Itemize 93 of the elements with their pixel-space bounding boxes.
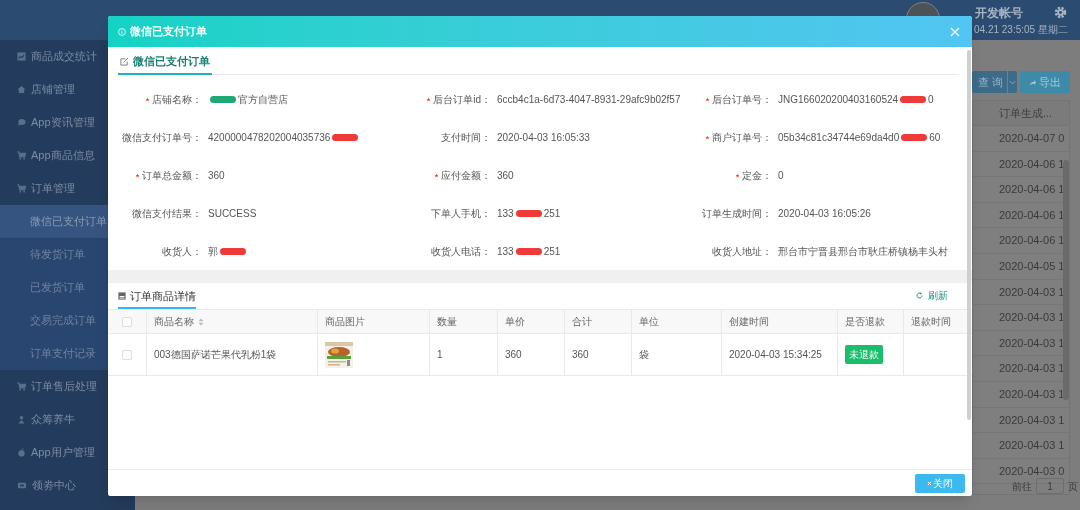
section-tab[interactable]: 微信已支付订单 [118, 53, 212, 75]
field-value: 2020-04-03 16:05:26 [778, 207, 871, 221]
page-suffix: 页 [1068, 479, 1078, 494]
field-value: 360 [208, 169, 225, 183]
table-cell: 2020-04-03 0 [973, 458, 1069, 485]
field-value: 251 [543, 245, 561, 259]
field-label: 店铺名称： [152, 93, 202, 107]
field-label: 后台订单id： [433, 93, 491, 107]
column-header: 商品名称 [154, 315, 194, 329]
field-value: JNG166020200403160524 [778, 93, 899, 107]
card-icon [17, 481, 27, 490]
close-icon[interactable] [950, 26, 960, 37]
column-header: 退款时间 [911, 315, 951, 329]
sidebar-item[interactable]: App用户管理 [0, 436, 135, 469]
field-value: 2020-04-03 16:05:33 [497, 131, 590, 145]
field-value: 邢台市宁晋县邢台市耿庄桥镇杨丰头村 [778, 245, 948, 259]
field-value: 360 [497, 169, 514, 183]
field-label: 收货人电话： [431, 245, 491, 259]
refresh-icon [916, 292, 923, 299]
field-label: 支付时间： [441, 131, 491, 145]
field-value: 60 [929, 131, 941, 145]
column-header: 数量 [437, 315, 457, 329]
list-icon [118, 291, 126, 300]
chart-icon [17, 52, 26, 61]
dropdown-button[interactable] [1008, 71, 1017, 93]
sidebar-item[interactable]: 店铺管理 [0, 73, 135, 106]
scrollbar-thumb[interactable] [967, 50, 971, 420]
chat-icon [17, 118, 26, 127]
cart-icon [17, 382, 26, 391]
table-cell-text: 360 [572, 348, 589, 362]
field-value: 05b34c81c34744e69da4d0 [778, 131, 900, 145]
column-header: 单位 [639, 315, 659, 329]
sidebar-item[interactable]: 众筹养牛 [0, 403, 135, 436]
account-name: 开发帐号 [975, 5, 1023, 22]
field-label: 收货人地址： [712, 245, 772, 259]
field-label: 商户订单号： [712, 131, 772, 145]
page-input[interactable]: 1 [1036, 478, 1064, 494]
field-value: 4200000478202004035736 [208, 131, 331, 145]
refresh-button[interactable]: 刷新 [916, 288, 948, 309]
home-icon [17, 85, 26, 94]
field-label: 下单人手机： [431, 207, 491, 221]
close-icon [927, 480, 932, 486]
field-label: 收货人： [162, 245, 202, 259]
field-value: 0 [778, 169, 784, 183]
table-cell-text: 003德国萨诺芒果代乳粉1袋 [154, 348, 277, 362]
apple-icon [17, 448, 26, 457]
column-header: 是否退款 [845, 315, 885, 329]
column-header: 创建时间 [729, 315, 769, 329]
field-value: 0 [928, 93, 934, 107]
settings-icon[interactable] [1054, 6, 1067, 19]
sidebar-item[interactable]: 领劵中心 [0, 469, 135, 502]
field-label: 定金： [742, 169, 772, 183]
edit-icon [120, 56, 129, 66]
column-header: 单价 [505, 315, 525, 329]
caret-icon [1009, 79, 1016, 85]
table-cell: 2020-04-07 0 [973, 126, 1069, 152]
field-value: 251 [543, 207, 561, 221]
share-arrow-icon [1029, 78, 1036, 86]
table-cell: 2020-04-03 1 [973, 433, 1069, 459]
field-label: 订单总金额： [142, 169, 202, 183]
sidebar-item[interactable]: 订单售后处理 [0, 370, 135, 403]
table-cell: 2020-04-03 1 [973, 407, 1069, 434]
sort-icon[interactable] [198, 317, 204, 326]
info-icon [118, 27, 126, 36]
select-all-checkbox[interactable] [122, 316, 132, 327]
field-value: 郭 [208, 245, 218, 259]
cart-icon [17, 184, 26, 193]
table-cell-text: 袋 [639, 348, 649, 362]
status-tag: 未退款 [845, 345, 883, 364]
table-cell-text: 2020-04-03 15:34:25 [729, 348, 822, 362]
field-value: 133 [497, 207, 514, 221]
sidebar-item[interactable]: 订单管理 [0, 172, 135, 205]
field-value: SUCCESS [208, 207, 257, 221]
dialog-title: 微信已支付订单 [130, 24, 207, 40]
column-header: 商品图片 [325, 315, 365, 329]
column-header: 合计 [572, 315, 592, 329]
query-button[interactable]: 查 询 [972, 71, 1007, 93]
table-cell-text: 360 [505, 348, 522, 362]
export-button[interactable]: 导出 [1020, 71, 1070, 93]
field-label: 订单生成时间： [702, 207, 772, 221]
field-value: 官方自营店 [238, 93, 288, 107]
close-button[interactable]: 关闭 [915, 473, 965, 493]
field-label: 微信支付订单号： [122, 131, 202, 145]
field-value: 6ccb4c1a-6d73-4047-8931-29afc9b02f57 [497, 93, 681, 107]
person-icon [17, 415, 26, 424]
cart-icon [17, 151, 26, 160]
table-cell-text: 1 [437, 348, 443, 362]
field-label: 后台订单号： [712, 93, 772, 107]
field-label: 微信支付结果： [132, 207, 202, 221]
field-label: 应付金额： [441, 169, 491, 183]
row-checkbox[interactable] [122, 349, 132, 360]
field-value: 133 [497, 245, 514, 259]
date-time: 04.21 23:5:05 星期二 [974, 23, 1068, 37]
